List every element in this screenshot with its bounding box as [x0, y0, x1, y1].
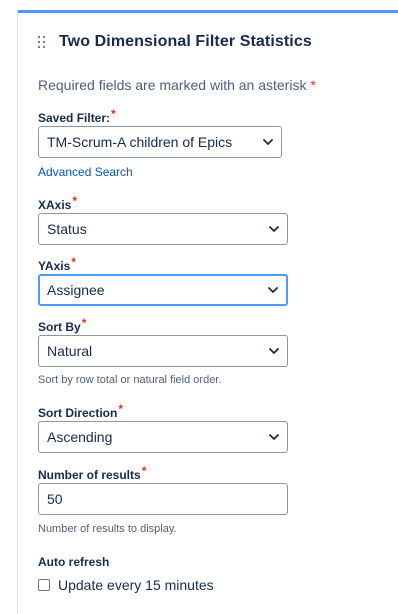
num-results-help: Number of results to display. — [38, 523, 177, 535]
sort-direction-value: Ascending — [47, 429, 113, 445]
chevron-down-icon — [268, 287, 278, 293]
chevron-down-icon — [263, 139, 273, 145]
saved-filter-value: TM-Scrum-A children of Epics — [47, 134, 233, 150]
advanced-search-link[interactable]: Advanced Search — [38, 165, 133, 179]
num-results-input[interactable]: 50 — [38, 483, 288, 515]
saved-filter-select[interactable]: TM-Scrum-A children of Epics — [38, 126, 282, 158]
auto-refresh-option[interactable]: Update every 15 minutes — [38, 577, 214, 593]
chevron-down-icon — [269, 226, 279, 232]
yaxis-value: Assignee — [47, 282, 105, 298]
yaxis-select[interactable]: Assignee — [38, 274, 288, 306]
sort-direction-label: Sort Direction* — [38, 402, 124, 420]
xaxis-label: XAxis* — [38, 194, 78, 212]
drag-handle-icon[interactable] — [38, 35, 48, 49]
gadget-title: Two Dimensional Filter Statistics — [59, 33, 312, 50]
auto-refresh-label: Auto refresh — [38, 555, 110, 569]
saved-filter-label: Saved Filter:* — [38, 107, 116, 125]
sort-direction-select[interactable]: Ascending — [38, 421, 288, 453]
num-results-label: Number of results* — [38, 464, 147, 482]
sort-by-select[interactable]: Natural — [38, 335, 288, 367]
sort-by-label: Sort By* — [38, 316, 87, 334]
chevron-down-icon — [269, 348, 279, 354]
auto-refresh-checkbox[interactable] — [38, 579, 50, 591]
xaxis-value: Status — [47, 221, 87, 237]
num-results-value: 50 — [47, 491, 63, 507]
gadget-header: Two Dimensional Filter Statistics — [38, 33, 312, 51]
xaxis-select[interactable]: Status — [38, 213, 288, 245]
sort-by-value: Natural — [47, 343, 93, 359]
sort-by-help: Sort by row total or natural field order… — [38, 374, 222, 386]
yaxis-label: YAxis* — [38, 255, 76, 273]
auto-refresh-checkbox-label: Update every 15 minutes — [58, 577, 214, 593]
chevron-down-icon — [269, 434, 279, 440]
required-fields-note: Required fields are marked with an aster… — [38, 77, 316, 93]
